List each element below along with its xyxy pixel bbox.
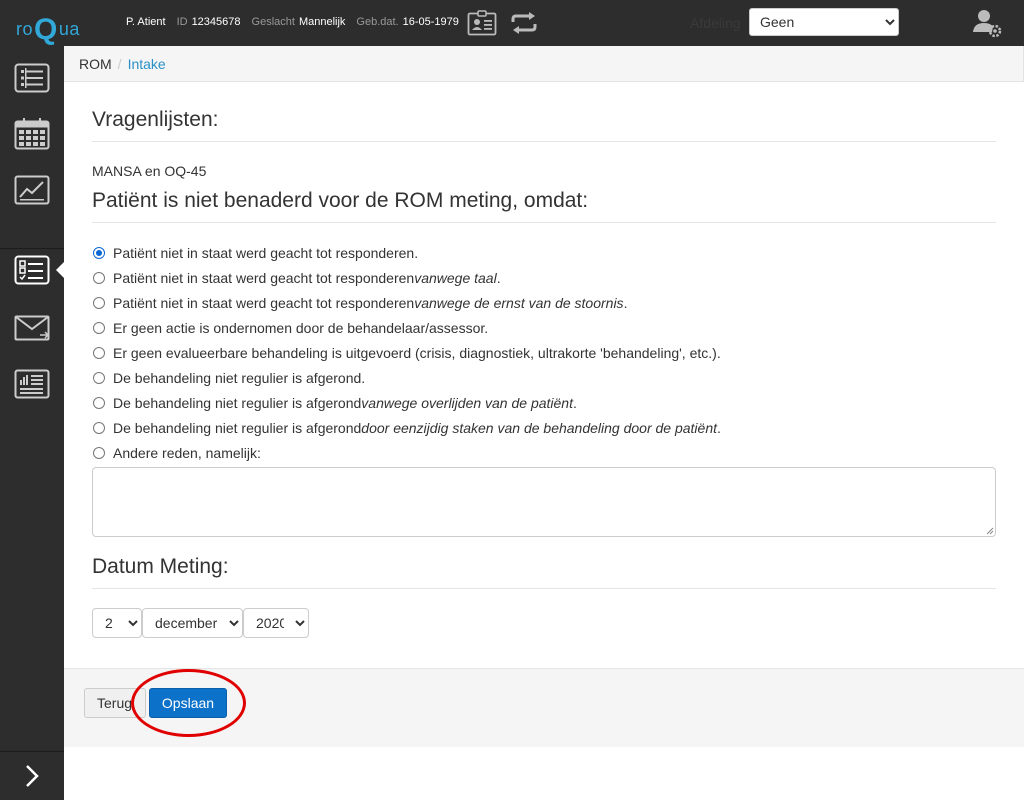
reason-text: De behandeling niet regulier is afgerond xyxy=(113,419,362,436)
logo-text-right: ua xyxy=(58,19,80,39)
patient-name: P. Atient xyxy=(126,16,166,28)
sidebar-item-messages[interactable] xyxy=(0,300,64,356)
date-title: Datum Meting: xyxy=(92,555,996,589)
reason-option[interactable]: Patiënt niet in staat werd geacht tot re… xyxy=(92,240,721,265)
reason-text: Patiënt niet in staat werd geacht tot re… xyxy=(113,244,419,261)
reason-text: Er geen evalueerbare behandeling is uitg… xyxy=(113,344,721,361)
patient-gender-label: Geslacht xyxy=(251,16,295,28)
reason-text: Patiënt niet in staat werd geacht tot re… xyxy=(113,269,415,286)
reason-text: Patiënt niet in staat werd geacht tot re… xyxy=(113,294,415,311)
reason-option[interactable]: De behandeling niet regulier is afgerond… xyxy=(92,415,721,440)
department-select[interactable]: Geen xyxy=(749,8,899,36)
sidebar-expand-button[interactable] xyxy=(0,751,64,800)
questionnaires-text: MANSA en OQ-45 xyxy=(92,163,207,179)
reason-text: Er geen actie is ondernomen door de beha… xyxy=(113,319,489,336)
other-reason-textarea[interactable] xyxy=(92,467,996,537)
sidebar-item-rom[interactable] xyxy=(0,242,64,298)
reason-radio-group: Patiënt niet in staat werd geacht tot re… xyxy=(92,240,721,465)
calendar-icon xyxy=(14,118,50,150)
reason-option[interactable]: De behandeling niet regulier is afgerond… xyxy=(92,365,721,390)
reason-tail: . xyxy=(496,269,501,286)
chart-icon xyxy=(14,175,50,205)
sidebar-item-charts[interactable] xyxy=(0,162,64,218)
sidebar-item-list[interactable] xyxy=(0,50,64,106)
save-button[interactable]: Opslaan xyxy=(149,688,227,718)
radio-button[interactable] xyxy=(93,246,105,259)
breadcrumb-root: ROM xyxy=(79,55,112,72)
radio-button[interactable] xyxy=(93,421,105,434)
radio-button[interactable] xyxy=(93,271,105,284)
reason-text: De behandeling niet regulier is afgerond… xyxy=(113,369,366,386)
chevron-right-icon xyxy=(26,765,39,787)
reason-text: De behandeling niet regulier is afgerond xyxy=(113,394,362,411)
reason-tail: . xyxy=(623,294,628,311)
top-bar: ro Q ua P. Atient ID 12345678 Geslacht M… xyxy=(0,0,1024,46)
sidebar xyxy=(0,46,64,800)
switch-patient-icon[interactable] xyxy=(508,8,540,38)
date-day-select[interactable]: 2 xyxy=(92,608,142,638)
envelope-icon xyxy=(14,315,50,341)
patient-id-value: 12345678 xyxy=(191,16,241,28)
patient-id-label: ID xyxy=(176,16,188,28)
reason-option[interactable]: De behandeling niet regulier is afgerond… xyxy=(92,390,721,415)
user-settings-icon[interactable] xyxy=(970,7,1004,39)
reason-option[interactable]: Andere reden, namelijk: xyxy=(92,440,721,465)
checklist-icon xyxy=(14,255,50,285)
radio-button[interactable] xyxy=(93,396,105,409)
roqua-logo[interactable]: ro Q ua xyxy=(16,8,80,46)
sidebar-item-reports[interactable] xyxy=(0,356,64,412)
resize-grip-icon[interactable] xyxy=(985,526,994,535)
reason-option[interactable]: Er geen actie is ondernomen door de beha… xyxy=(92,315,721,340)
logo-text-big: Q xyxy=(34,13,58,46)
patient-dob-label: Geb.dat. xyxy=(356,16,399,28)
patient-dob-value: 16-05-1979 xyxy=(402,16,459,28)
list-icon xyxy=(14,63,50,93)
reason-option[interactable]: Er geen evalueerbare behandeling is uitg… xyxy=(92,340,721,365)
active-indicator xyxy=(56,262,64,278)
reason-option[interactable]: Patiënt niet in staat werd geacht tot re… xyxy=(92,265,721,290)
radio-button[interactable] xyxy=(93,296,105,309)
breadcrumb-current[interactable]: Intake xyxy=(128,56,166,72)
id-card-icon[interactable] xyxy=(466,8,498,38)
radio-button[interactable] xyxy=(93,321,105,334)
radio-button[interactable] xyxy=(93,371,105,384)
breadcrumb: ROM / Intake xyxy=(64,46,1024,82)
report-icon xyxy=(14,369,50,399)
sidebar-item-calendar[interactable] xyxy=(0,106,64,162)
logo-text-left: ro xyxy=(16,19,34,39)
radio-button[interactable] xyxy=(93,446,105,459)
reason-emphasis: vanwege de ernst van de stoornis xyxy=(414,294,624,311)
reason-emphasis: vanwege overlijden van de patiënt xyxy=(361,394,573,411)
date-month-select[interactable]: december xyxy=(142,608,243,638)
questionnaires-title: Vragenlijsten: xyxy=(92,108,996,142)
breadcrumb-separator: / xyxy=(117,55,122,72)
radio-button[interactable] xyxy=(93,346,105,359)
reason-tail: . xyxy=(717,419,721,436)
patient-info: P. Atient ID 12345678 Geslacht Mannelijk… xyxy=(126,16,470,28)
reason-emphasis: vanwege taal xyxy=(414,269,497,286)
reason-tail: . xyxy=(572,394,577,411)
patient-gender-value: Mannelijk xyxy=(298,16,346,28)
reason-option[interactable]: Patiënt niet in staat werd geacht tot re… xyxy=(92,290,721,315)
department-label: Afdeling xyxy=(690,15,741,31)
reason-text: Andere reden, namelijk: xyxy=(113,444,261,461)
back-button[interactable]: Terug xyxy=(84,688,146,718)
date-year-select[interactable]: 2020 xyxy=(243,608,309,638)
reason-title: Patiënt is niet benaderd voor de ROM met… xyxy=(92,189,996,223)
reason-emphasis: door eenzijdig staken van de behandeling… xyxy=(361,419,717,436)
